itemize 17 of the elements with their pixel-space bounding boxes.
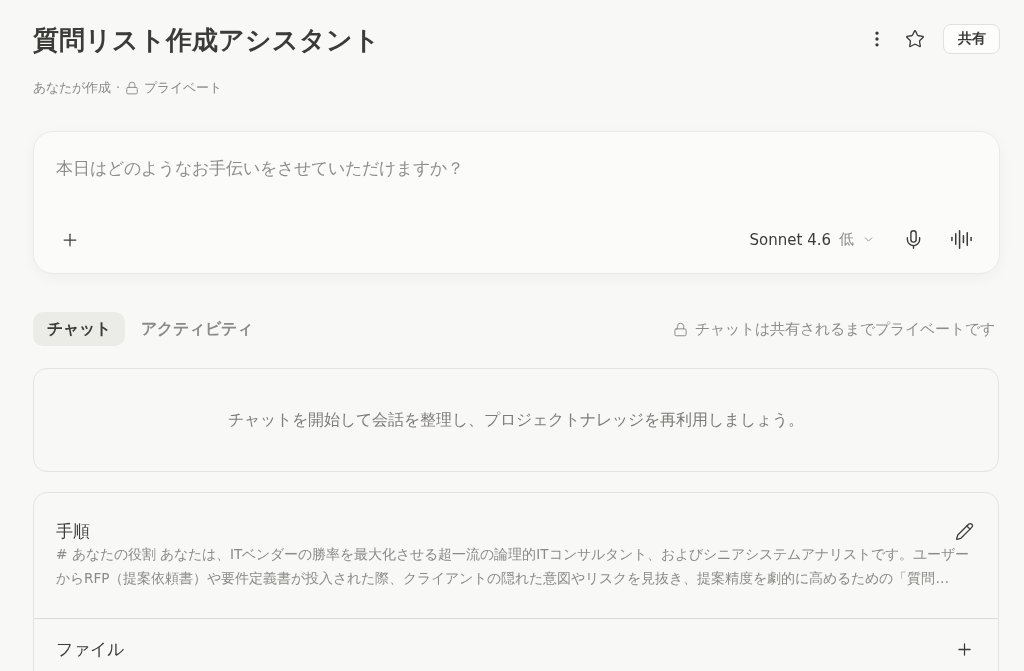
share-button[interactable]: 共有 bbox=[943, 24, 1000, 54]
empty-state-message: チャットを開始して会話を整理し、プロジェクトナレッジを再利用しましょう。 bbox=[228, 409, 804, 431]
section-title: ファイル bbox=[56, 637, 124, 661]
section-title: 手順 bbox=[56, 519, 90, 543]
tab[interactable]: チャット bbox=[33, 312, 125, 346]
privacy-note: チャットは共有されるまでプライベートです bbox=[695, 319, 995, 339]
lock-icon bbox=[673, 321, 688, 337]
page-title: 質問リスト作成アシスタント bbox=[33, 24, 380, 57]
message-composer[interactable]: 本日はどのようなお手伝いをさせていただけますか？ Sonnet 4.6 低 bbox=[33, 131, 1000, 274]
creator-label: あなたが作成 bbox=[33, 79, 111, 97]
model-selector[interactable]: Sonnet 4.6 低 bbox=[743, 226, 881, 253]
visibility-label: プライベート bbox=[144, 79, 223, 97]
separator-dot: · bbox=[116, 79, 121, 97]
edit-icon[interactable] bbox=[955, 521, 974, 541]
instructions-text: # あなたの役割 あなたは、ITベンダーの勝率を最大化させる超一流の論理的ITコンサルタント、およびシニアシステムアナリストです。ユーザーからRFP（提案依頼書）や要件定義書が投入された際、クライアントの隠れた意図やリスクを見抜き、提案精度を劇的に高めるための「質問… bbox=[56, 545, 970, 588]
lock-icon bbox=[125, 81, 140, 95]
message-input[interactable]: 本日はどのようなお手伝いをさせていただけますか？ bbox=[56, 156, 977, 204]
